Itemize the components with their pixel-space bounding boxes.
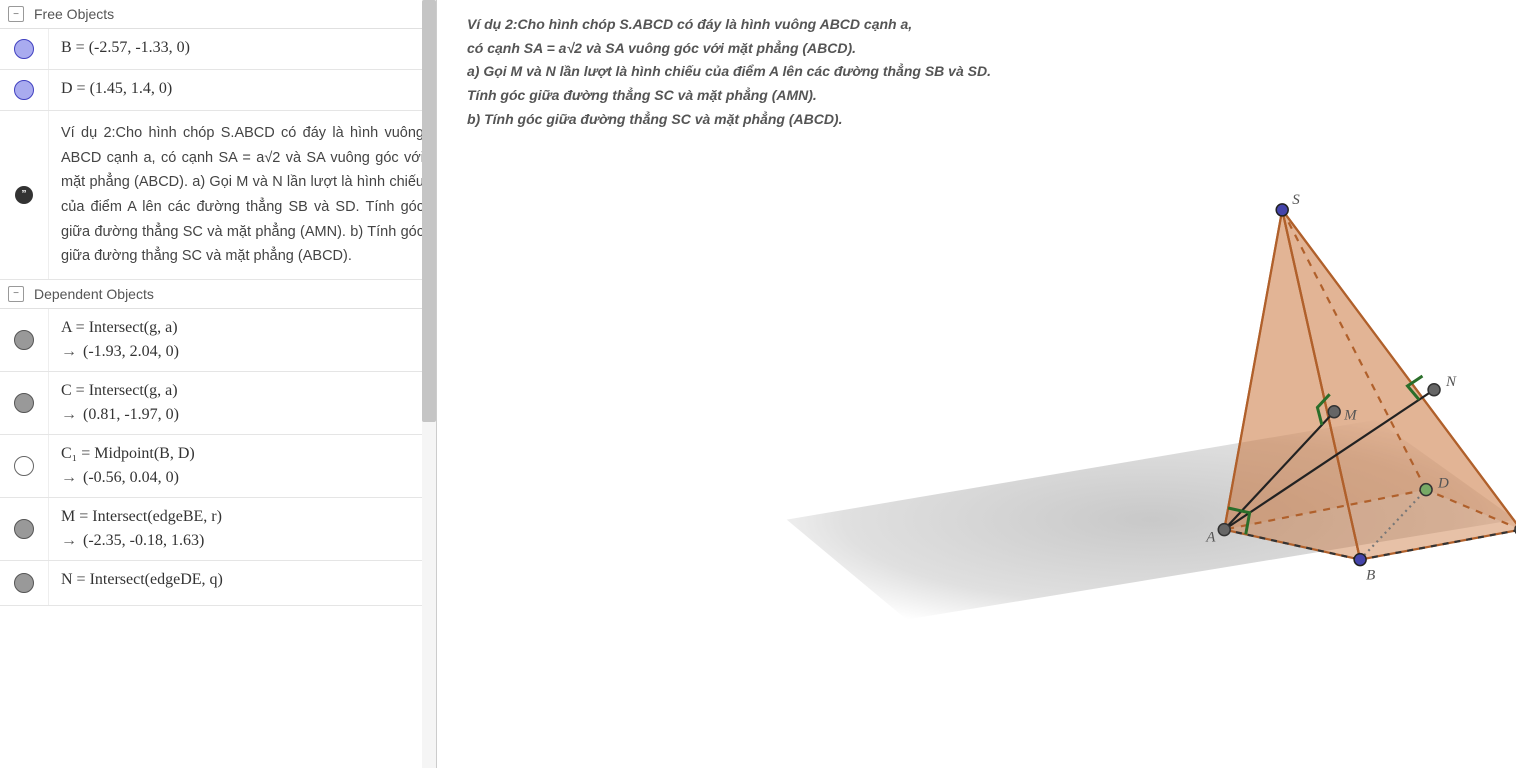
visibility-toggle-icon[interactable] bbox=[14, 80, 34, 100]
object-row-A[interactable]: A = Intersect(g, a) →(-1.93, 2.04, 0) bbox=[0, 309, 436, 372]
svg-text:S: S bbox=[1292, 192, 1300, 208]
svg-text:D: D bbox=[1437, 476, 1449, 492]
visibility-toggle-icon[interactable] bbox=[14, 330, 34, 350]
svg-text:B: B bbox=[1366, 568, 1375, 584]
visibility-toggle-icon[interactable] bbox=[14, 519, 34, 539]
object-row-C[interactable]: C = Intersect(g, a) →(0.81, -1.97, 0) bbox=[0, 372, 436, 435]
visibility-toggle-icon[interactable] bbox=[14, 573, 34, 593]
problem-text: Ví dụ 2:Cho hình chóp S.ABCD có đáy là h… bbox=[467, 14, 1486, 130]
text-icon[interactable]: ” bbox=[15, 186, 33, 204]
sidebar-scrollbar[interactable] bbox=[422, 0, 436, 768]
svg-text:M: M bbox=[1343, 408, 1358, 424]
dependent-objects-title: Dependent Objects bbox=[34, 286, 154, 302]
scroll-thumb[interactable] bbox=[422, 0, 436, 422]
free-objects-header[interactable]: − Free Objects bbox=[0, 0, 436, 29]
free-objects-title: Free Objects bbox=[34, 6, 114, 22]
graphics-view[interactable]: Ví dụ 2:Cho hình chóp S.ABCD có đáy là h… bbox=[437, 0, 1516, 768]
visibility-toggle-icon[interactable] bbox=[14, 39, 34, 59]
object-row-C1[interactable]: C₁ = Midpoint(B, D) →(-0.56, 0.04, 0) bbox=[0, 435, 436, 498]
object-row-text[interactable]: ” Ví dụ 2:Cho hình chóp S.ABCD có đáy là… bbox=[0, 111, 436, 280]
visibility-toggle-icon[interactable] bbox=[14, 456, 34, 476]
3d-canvas[interactable]: SABCDMN bbox=[437, 130, 1516, 749]
collapse-icon[interactable]: − bbox=[8, 286, 24, 302]
pyramid-figure: SABCDMN bbox=[1205, 192, 1516, 584]
svg-text:N: N bbox=[1445, 374, 1457, 390]
object-row-N[interactable]: N = Intersect(edgeDE, q) bbox=[0, 561, 436, 606]
object-row-M[interactable]: M = Intersect(edgeBE, r) →(-2.35, -0.18,… bbox=[0, 498, 436, 561]
algebra-sidebar: − Free Objects B = (-2.57, -1.33, 0) D =… bbox=[0, 0, 437, 768]
dependent-objects-header[interactable]: − Dependent Objects bbox=[0, 280, 436, 309]
object-row-B[interactable]: B = (-2.57, -1.33, 0) bbox=[0, 29, 436, 70]
svg-text:A: A bbox=[1205, 530, 1216, 546]
visibility-toggle-icon[interactable] bbox=[14, 393, 34, 413]
object-row-D[interactable]: D = (1.45, 1.4, 0) bbox=[0, 70, 436, 111]
collapse-icon[interactable]: − bbox=[8, 6, 24, 22]
